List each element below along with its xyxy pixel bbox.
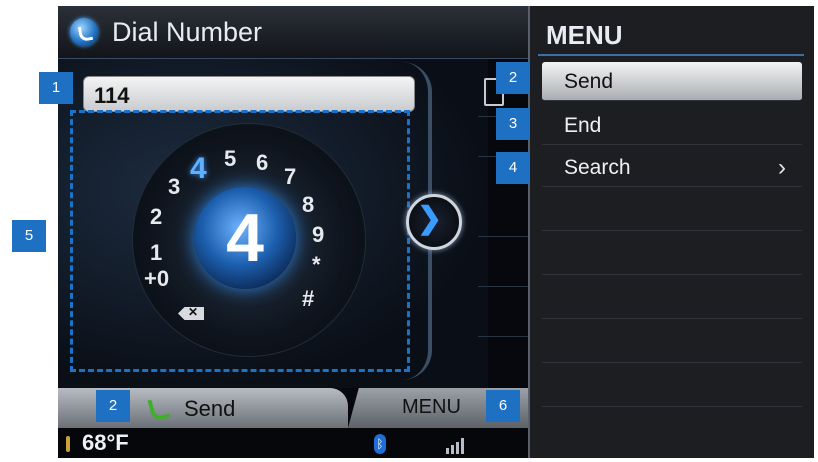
dial-digit[interactable]: * [312, 252, 321, 278]
callout-badge: 5 [12, 220, 46, 252]
callout-badge: 4 [496, 152, 530, 184]
menu-item-label: End [564, 114, 602, 137]
header-bar: Dial Number [58, 6, 528, 59]
divider [478, 236, 528, 237]
callout-badge: 2 [96, 390, 130, 422]
menu-item-empty [542, 280, 802, 319]
dialed-number: 114 [94, 83, 130, 108]
backspace-glyph: ✕ [188, 305, 199, 319]
menu-item-end[interactable]: End [542, 106, 802, 145]
page-title: Dial Number [112, 17, 263, 47]
menu-item-empty [542, 236, 802, 275]
menu-item-label: Send [564, 70, 614, 93]
menu-button-label[interactable]: MENU [402, 396, 461, 419]
menu-item-label: Search [564, 156, 631, 179]
dial-digit[interactable]: 8 [302, 192, 314, 218]
menu-title: MENU [546, 20, 623, 50]
dial-digit[interactable]: 7 [284, 164, 296, 190]
menu-item-send[interactable]: Send [542, 62, 802, 101]
phone-icon [70, 18, 98, 46]
dial-digit[interactable]: 9 [312, 222, 324, 248]
menu-item-empty [542, 324, 802, 363]
callout-badge: 2 [496, 62, 530, 94]
dial-digit[interactable]: 3 [168, 174, 180, 200]
menu-item-empty [542, 368, 802, 407]
head-unit-screen: Dial Number 114 4 4 5 6 7 8 9 * # 3 2 1 … [58, 6, 814, 458]
dial-digit[interactable]: 1 [150, 240, 162, 266]
chevron-right-icon: › [778, 154, 786, 181]
dial-digit[interactable]: 5 [224, 146, 236, 172]
dial-digit[interactable]: 6 [256, 150, 268, 176]
bluetooth-icon: ᛒ [374, 434, 386, 454]
dial-digit[interactable]: 4 [190, 152, 207, 186]
send-button-label[interactable]: Send [184, 396, 235, 422]
dial-center-button[interactable]: 4 [194, 187, 296, 289]
menu-item-search[interactable]: Search › [542, 148, 802, 187]
callout-badge: 6 [486, 390, 520, 422]
divider [478, 286, 528, 287]
temperature: 68°F [82, 430, 129, 455]
signal-icon [438, 436, 472, 454]
callout-badge: 3 [496, 108, 530, 140]
callout-badge: 1 [39, 72, 73, 104]
dial-digit[interactable]: # [302, 286, 314, 312]
selected-digit: 4 [226, 200, 264, 276]
scroll-arrow-button[interactable]: ❯ [406, 194, 462, 250]
dialed-number-field[interactable]: 114 [83, 76, 415, 112]
thermometer-icon [66, 436, 70, 452]
menu-item-empty [542, 192, 802, 231]
divider [478, 336, 528, 337]
dial-digit[interactable]: 2 [150, 204, 162, 230]
chevron-right-icon: ❯ [417, 202, 443, 235]
menu-title-underline [538, 54, 804, 56]
dial-digit[interactable]: +0 [144, 266, 169, 292]
